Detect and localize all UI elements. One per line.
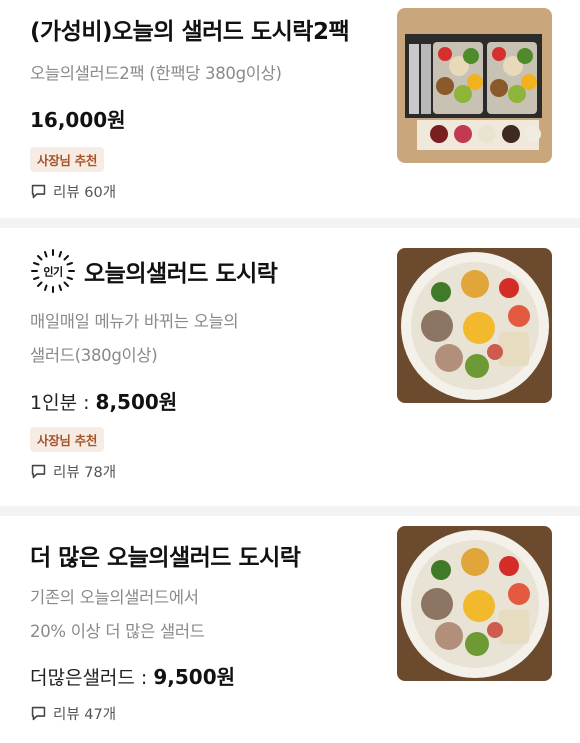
popular-badge: 인기	[30, 248, 76, 294]
speech-bubble-icon	[31, 706, 46, 721]
menu-item-description-line1: 매일매일 메뉴가 바뀌는 오늘의	[30, 312, 239, 331]
menu-item-salad-lunchbox[interactable]: 인기 오늘의샐러드 도시락 매일매일 메뉴가 바뀌는 오늘의 샐러드(380g이…	[0, 228, 580, 506]
menu-item-description: 오늘의샐러드2팩 (한팩당 380g이상)	[30, 64, 282, 83]
menu-item-2pack[interactable]: (가성비)오늘의 샐러드 도시락2팩 오늘의샐러드2팩 (한팩당 380g이상)…	[0, 0, 580, 218]
menu-item-large-salad-lunchbox[interactable]: 더 많은 오늘의샐러드 도시락 기존의 오늘의샐러드에서 20% 이상 더 많은…	[0, 516, 580, 743]
menu-list: (가성비)오늘의 샐러드 도시락2팩 오늘의샐러드2팩 (한팩당 380g이상)…	[0, 0, 580, 743]
owner-recommend-badge: 사장님 추천	[30, 427, 105, 452]
menu-item-title: 오늘의샐러드 도시락	[84, 261, 278, 287]
menu-item-description-line2: 샐러드(380g이상)	[30, 346, 158, 365]
owner-recommend-badge: 사장님 추천	[30, 147, 105, 172]
review-count-label: 리뷰 60개	[53, 185, 117, 201]
menu-item-photo[interactable]	[397, 248, 552, 403]
price-prefix: 더많은샐러드 :	[30, 667, 154, 689]
popular-sunburst-icon: 인기	[31, 249, 75, 293]
price-amount: 16,000원	[30, 108, 126, 132]
menu-item-price: 16,000원	[30, 104, 126, 133]
menu-item-title-row: 인기 오늘의샐러드 도시락	[30, 248, 278, 294]
section-divider	[0, 218, 580, 228]
menu-item-price: 더많은샐러드 : 9,500원	[30, 661, 235, 690]
menu-item-photo[interactable]	[397, 526, 552, 681]
review-count: 리뷰 47개	[30, 703, 116, 724]
speech-bubble-icon	[31, 464, 46, 479]
price-prefix: 1인분 :	[30, 392, 96, 414]
review-count-label: 리뷰 78개	[53, 465, 117, 481]
price-amount: 9,500원	[153, 665, 236, 689]
price-amount: 8,500원	[95, 390, 178, 414]
menu-item-photo[interactable]	[397, 8, 552, 163]
salad-2pack-photo	[397, 8, 552, 163]
salad-bowl-photo	[397, 248, 552, 403]
review-count: 리뷰 60개	[30, 181, 116, 202]
menu-item-title: (가성비)오늘의 샐러드 도시락2팩	[30, 19, 350, 45]
menu-item-description-line1: 기존의 오늘의샐러드에서	[30, 588, 199, 607]
review-count-label: 리뷰 47개	[53, 707, 117, 723]
review-count: 리뷰 78개	[30, 461, 116, 482]
menu-item-price: 1인분 : 8,500원	[30, 386, 177, 415]
menu-item-title: 더 많은 오늘의샐러드 도시락	[30, 545, 301, 571]
speech-bubble-icon	[31, 184, 46, 199]
salad-bowl-photo	[397, 526, 552, 681]
popular-label: 인기	[43, 265, 62, 279]
section-divider	[0, 506, 580, 516]
menu-item-description-line2: 20% 이상 더 많은 샐러드	[30, 622, 205, 641]
